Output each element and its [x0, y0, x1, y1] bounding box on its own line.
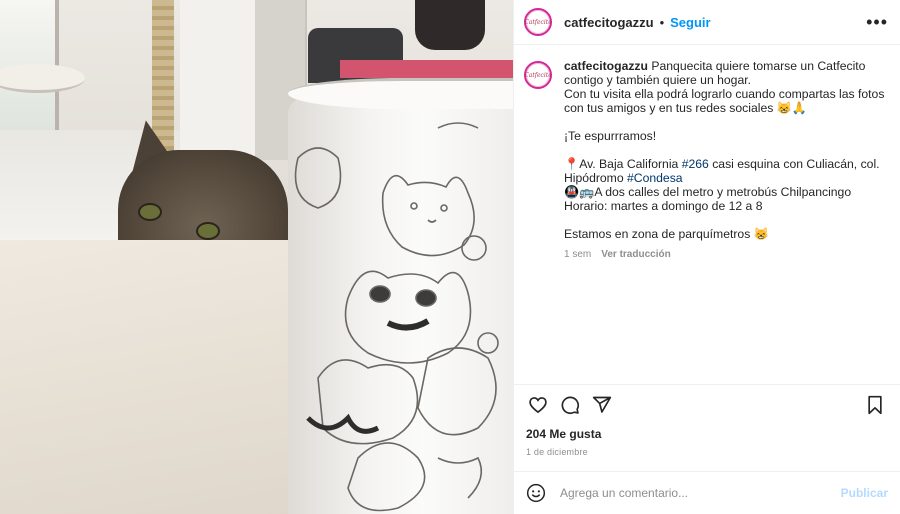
header-username[interactable]: catfecitogazzu [564, 15, 654, 30]
post-header: Catfecito catfecitogazzu • Seguir ••• [514, 0, 900, 45]
action-bar [514, 384, 900, 425]
address-prefix: Av. Baja California [579, 157, 682, 171]
bookmark-icon[interactable] [863, 393, 887, 417]
transport-text: A dos calles del metro y metrobús Chilpa… [594, 185, 852, 199]
caption-address: 📍Av. Baja California #266 casi esquina c… [564, 157, 888, 185]
post-date[interactable]: 1 de diciembre [526, 447, 888, 457]
avatar-logo: Catfecito [524, 10, 552, 34]
caption-line-2: Con tu visita ella podrá lograrlo cuando… [564, 87, 888, 115]
profile-avatar[interactable]: Catfecito [524, 8, 552, 36]
caption-schedule: Horario: martes a domingo de 12 a 8 [564, 199, 763, 213]
caption-first-line: catfecitogazzu Panquecita quiere tomarse… [564, 59, 888, 87]
caption-meta: 1 sem Ver traducción [564, 248, 888, 262]
avatar-logo: Catfecito [524, 63, 552, 87]
transport-icons: 🚇🚌 [564, 185, 595, 199]
post-sidebar: Catfecito catfecitogazzu • Seguir ••• Ca… [513, 0, 900, 514]
instagram-post: Catfecito catfecitogazzu • Seguir ••• Ca… [0, 0, 900, 514]
hashtag-266[interactable]: #266 [682, 157, 709, 171]
comment-icon[interactable] [558, 393, 582, 417]
publish-button[interactable]: Publicar [841, 486, 888, 500]
smiley-icon[interactable] [526, 483, 546, 503]
caption-parking: Estamos en zona de parquímetros 😸 [564, 227, 769, 241]
send-icon[interactable] [590, 393, 614, 417]
likes-count[interactable]: 204 Me gusta [526, 427, 888, 441]
heart-icon[interactable] [526, 393, 550, 417]
time-ago[interactable]: 1 sem [564, 249, 591, 260]
caption-block: Catfecito catfecitogazzu Panquecita quie… [514, 45, 900, 384]
pin-icon: 📍 [564, 157, 580, 171]
see-translation-link[interactable]: Ver traducción [601, 249, 670, 260]
caption-text: catfecitogazzu Panquecita quiere tomarse… [564, 59, 888, 384]
caption-transport: 🚇🚌A dos calles del metro y metrobús Chil… [564, 185, 888, 199]
separator-dot: • [659, 14, 665, 30]
follow-button[interactable]: Seguir [670, 15, 710, 30]
post-photo[interactable] [0, 0, 513, 514]
caption-exclaim: ¡Te espurrramos! [564, 129, 657, 143]
likes-section: 204 Me gusta 1 de diciembre [514, 425, 900, 457]
caption-avatar[interactable]: Catfecito [524, 61, 552, 89]
comment-input[interactable] [558, 485, 841, 501]
photo-person [415, 0, 485, 50]
cat-left-eye [138, 203, 162, 221]
caption-username[interactable]: catfecitogazzu [564, 59, 648, 73]
photo-pink-shelf [340, 60, 513, 78]
hashtag-condesa[interactable]: #Condesa [627, 171, 683, 185]
comment-bar: Publicar [514, 471, 900, 514]
cat-print-mug [288, 78, 513, 514]
mug-cat-drawings [294, 122, 499, 512]
cat-right-eye [196, 222, 220, 240]
more-options-icon[interactable]: ••• [866, 12, 888, 33]
